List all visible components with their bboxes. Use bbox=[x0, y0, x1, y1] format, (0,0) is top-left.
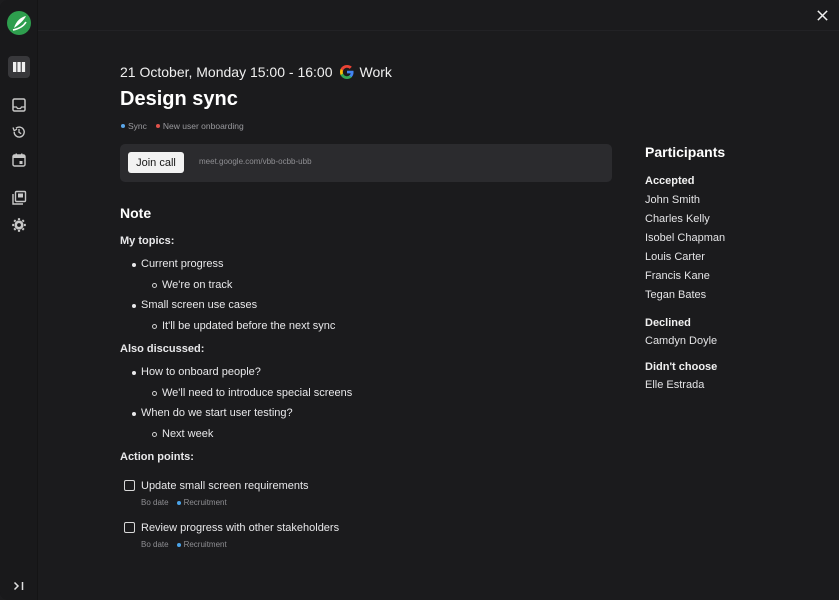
tag-dot bbox=[121, 124, 125, 128]
list-item: Current progress bbox=[132, 258, 224, 270]
action-item-text[interactable]: Review progress with other stakeholders bbox=[141, 522, 339, 534]
participant-name[interactable]: Isobel Chapman bbox=[645, 232, 725, 244]
google-icon bbox=[340, 65, 355, 79]
participant-name[interactable]: Tegan Bates bbox=[645, 289, 706, 301]
meet-url[interactable]: meet.google.com/vbb-ocbb-ubb bbox=[199, 157, 312, 166]
declined-label: Declined bbox=[645, 317, 691, 329]
list-item: When do we start user testing? bbox=[132, 407, 293, 419]
list-item: How to onboard people? bbox=[132, 366, 261, 378]
topbar-divider bbox=[38, 30, 839, 31]
sub-list-item: We'll need to introduce special screens bbox=[151, 387, 353, 399]
tag-label: New user onboarding bbox=[162, 121, 244, 131]
section-label: Also discussed: bbox=[120, 343, 205, 355]
event-title: Design sync bbox=[120, 88, 238, 110]
inbox-icon[interactable] bbox=[8, 94, 30, 116]
sidebar bbox=[0, 0, 38, 600]
join-call-button[interactable]: Join call bbox=[128, 152, 184, 173]
undecided-label: Didn't choose bbox=[645, 361, 718, 373]
library-icon[interactable] bbox=[8, 187, 30, 209]
tag-dot bbox=[176, 542, 181, 547]
tag-onboarding[interactable]: New user onboarding bbox=[155, 121, 244, 131]
app-logo[interactable] bbox=[7, 11, 31, 35]
settings-icon[interactable] bbox=[8, 214, 30, 236]
tag-dot bbox=[155, 124, 160, 128]
note-heading: Note bbox=[120, 205, 152, 221]
tag-label: Recruitment bbox=[183, 540, 227, 549]
participant-name[interactable]: John Smith bbox=[645, 194, 700, 206]
action-date[interactable]: Bo date bbox=[141, 540, 169, 549]
history-icon[interactable] bbox=[8, 121, 30, 143]
calendar-icon[interactable] bbox=[8, 149, 30, 171]
call-box: Join call meet.google.com/vbb-ocbb-ubb bbox=[120, 144, 612, 182]
participant-name[interactable]: Louis Carter bbox=[645, 251, 705, 263]
close-icon[interactable] bbox=[813, 6, 831, 24]
accepted-label: Accepted bbox=[645, 175, 695, 187]
sub-list-item: It'll be updated before the next sync bbox=[151, 320, 336, 332]
calendar-name[interactable]: Work bbox=[359, 64, 391, 80]
tag-sync[interactable]: Sync bbox=[121, 121, 147, 131]
sub-list-item: We're on track bbox=[151, 279, 233, 291]
expand-sidebar-icon[interactable] bbox=[8, 575, 30, 597]
event-datetime: 21 October, Monday 15:00 - 16:00 bbox=[120, 64, 333, 80]
action-checkbox[interactable] bbox=[124, 522, 135, 533]
participant-name[interactable]: Elle Estrada bbox=[645, 379, 704, 391]
event-datetime-row: 21 October, Monday 15:00 - 16:00 Work bbox=[120, 64, 392, 80]
event-window: 21 October, Monday 15:00 - 16:00 Work De… bbox=[0, 0, 839, 600]
section-label: My topics: bbox=[120, 235, 175, 247]
action-tag[interactable]: Recruitment bbox=[176, 540, 227, 549]
action-date[interactable]: Bo date bbox=[141, 498, 169, 507]
participant-name[interactable]: Francis Kane bbox=[645, 270, 710, 282]
action-meta: Bo date Recruitment bbox=[141, 498, 227, 507]
action-checkbox[interactable] bbox=[124, 480, 135, 491]
sub-list-item: Next week bbox=[151, 428, 214, 440]
action-item-text[interactable]: Update small screen requirements bbox=[141, 480, 309, 492]
action-points-label: Action points: bbox=[120, 451, 194, 463]
list-item: Small screen use cases bbox=[131, 299, 258, 311]
event-tags: Sync New user onboarding bbox=[121, 121, 244, 131]
participant-name[interactable]: Camdyn Doyle bbox=[645, 335, 717, 347]
action-tag[interactable]: Recruitment bbox=[176, 498, 227, 507]
participants-heading: Participants bbox=[645, 144, 726, 160]
tag-label: Recruitment bbox=[183, 498, 227, 507]
tag-dot bbox=[176, 500, 181, 505]
board-icon[interactable] bbox=[8, 56, 30, 78]
tag-label: Sync bbox=[128, 121, 147, 131]
participant-name[interactable]: Charles Kelly bbox=[645, 213, 710, 225]
action-meta: Bo date Recruitment bbox=[141, 540, 227, 549]
